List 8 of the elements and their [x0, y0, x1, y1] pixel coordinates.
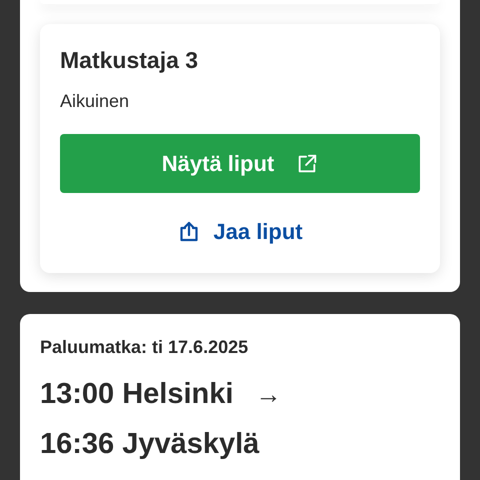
external-link-icon — [296, 152, 318, 174]
arrival-time-station: 16:36 Jyväskylä — [40, 427, 260, 462]
passenger-type: Aikuinen — [60, 90, 130, 112]
return-trip-date: Paluumatka: ti 17.6.2025 — [40, 336, 250, 359]
share-tickets-link[interactable]: Jaa liput — [173, 217, 307, 247]
direction-arrow: → — [255, 378, 282, 411]
passenger-title: Matkustaja 3 — [60, 46, 200, 75]
departure-time-station: 13:00 Helsinki — [40, 377, 234, 412]
